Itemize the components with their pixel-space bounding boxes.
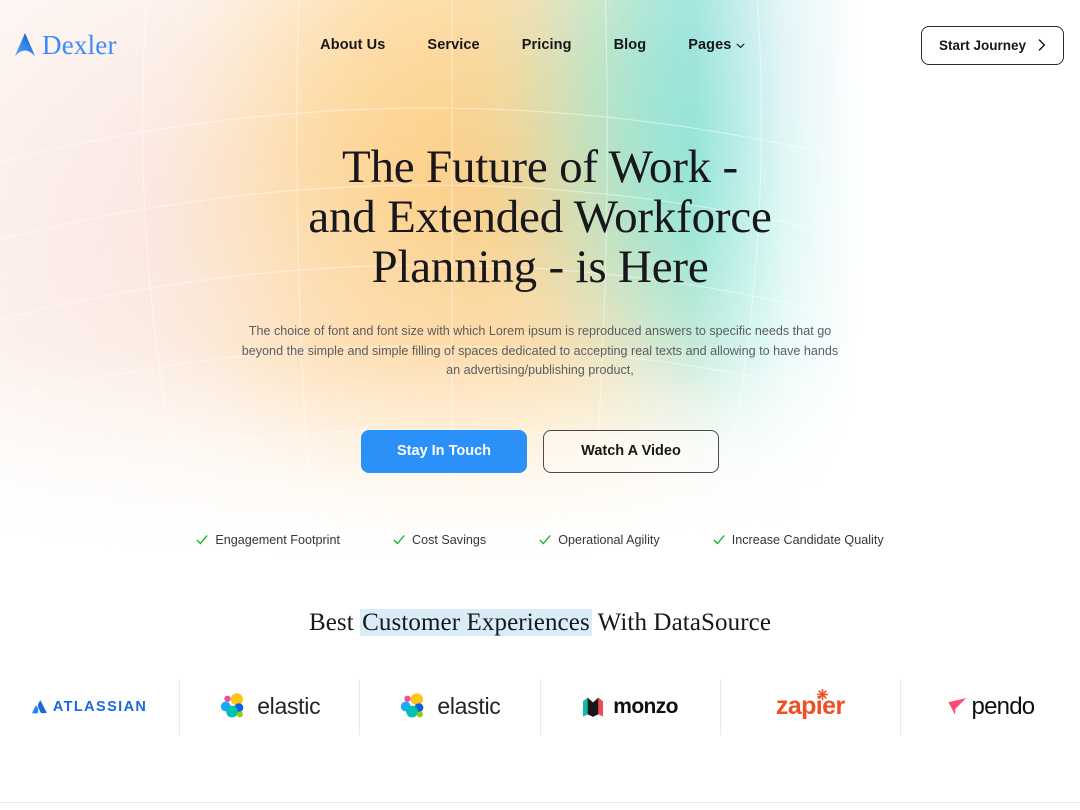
nav-item-label: About Us (320, 37, 386, 53)
nav-item-label: Service (427, 37, 480, 53)
pendo-logo: pendo (947, 693, 1035, 721)
footer-divider (0, 802, 1080, 803)
hero-section: The Future of Work - and Extended Workfo… (0, 90, 1080, 547)
partner-logo-cell[interactable]: ATLASSIAN (0, 678, 181, 735)
proof-title-pre: Best (308, 608, 361, 636)
triangle-arrow-logo-icon (15, 33, 35, 56)
hero-title-line-1: The Future of Work - (342, 141, 738, 193)
nav-item-pricing[interactable]: Pricing (522, 37, 572, 53)
zapier-spark-icon (816, 689, 828, 700)
pendo-logo-text: pendo (971, 692, 1036, 720)
social-proof-title: Best Customer Experiences With DataSourc… (0, 608, 1080, 637)
feature-item-cost-savings: Cost Savings (393, 533, 486, 547)
partner-logo-cell[interactable]: zapier (721, 678, 901, 735)
stay-in-touch-button[interactable]: Stay In Touch (361, 429, 527, 473)
feature-label: Increase Candidate Quality (731, 532, 884, 547)
watch-a-video-button[interactable]: Watch A Video (543, 429, 719, 473)
nav-item-label: Blog (613, 37, 647, 53)
hero-action-buttons: Stay In Touch Watch A Video (0, 429, 1080, 473)
partner-logo-cell[interactable]: monzo (541, 678, 721, 735)
hero-title-line-3: Planning - is Here (371, 241, 709, 293)
hero-title-line-2: and Extended Workforce (308, 191, 772, 243)
feature-item-engagement-footprint: Engagement Footprint (196, 533, 340, 547)
zapier-logo: zapier (775, 689, 845, 721)
feature-item-increase-candidate-quality: Increase Candidate Quality (713, 533, 884, 547)
zapier-logo-text: zapier (775, 692, 845, 720)
nav-item-about-us[interactable]: About Us (320, 37, 385, 53)
hero-subtitle: The choice of font and font size with wh… (241, 324, 839, 377)
elastic-logo: elastic (399, 692, 501, 721)
brand-logo[interactable]: Dexler (14, 29, 117, 60)
site-header: Dexler About Us Service Pricing Blog Pag… (0, 0, 1080, 90)
feature-label: Engagement Footprint (215, 532, 340, 547)
chevron-down-icon (736, 43, 745, 49)
monzo-mark-icon (583, 697, 604, 717)
hero-feature-list: Engagement Footprint Cost Savings Operat… (0, 533, 1080, 547)
partner-logo-cell[interactable]: pendo (901, 679, 1080, 735)
feature-label: Cost Savings (411, 532, 487, 547)
elastic-mark-icon (401, 693, 424, 718)
check-icon (539, 534, 551, 544)
proof-title-highlight: Customer Experiences (360, 608, 592, 636)
partner-logo-cell[interactable]: elastic (180, 678, 361, 735)
atlassian-mark-icon (32, 700, 47, 714)
partner-logo-strip: ATLASSIAN elastic elastic monzo zapier p… (0, 678, 1080, 735)
brand-name: Dexler (42, 29, 117, 60)
feature-item-operational-agility: Operational Agility (539, 533, 660, 547)
partner-logo-cell[interactable]: elastic (360, 678, 541, 735)
social-proof-section: Best Customer Experiences With DataSourc… (0, 608, 1080, 735)
nav-item-service[interactable]: Service (427, 37, 479, 53)
nav-item-label: Pages (688, 37, 732, 53)
proof-title-post: With DataSource (591, 608, 772, 636)
check-icon (393, 534, 405, 544)
start-journey-label: Start Journey (938, 37, 1026, 53)
nav-item-label: Pricing (521, 37, 572, 53)
chevron-right-icon (1038, 39, 1046, 51)
check-icon (196, 534, 208, 544)
page-title: The Future of Work - and Extended Workfo… (180, 142, 900, 292)
atlassian-logo-text: ATLASSIAN (52, 698, 148, 715)
atlassian-logo: ATLASSIAN (32, 699, 148, 715)
elastic-logo-text: elastic (257, 693, 321, 719)
elastic-logo: elastic (219, 692, 321, 721)
monzo-logo-text: monzo (613, 694, 678, 718)
monzo-logo: monzo (582, 694, 679, 719)
elastic-mark-icon (221, 693, 244, 718)
main-navigation: About Us Service Pricing Blog Pages (145, 37, 921, 53)
feature-label: Operational Agility (558, 532, 660, 547)
check-icon (713, 534, 725, 544)
start-journey-button[interactable]: Start Journey (920, 25, 1064, 65)
elastic-logo-text: elastic (437, 693, 501, 719)
nav-item-blog[interactable]: Blog (614, 37, 647, 53)
pendo-mark-icon (947, 698, 966, 715)
nav-item-pages[interactable]: Pages (688, 37, 745, 53)
